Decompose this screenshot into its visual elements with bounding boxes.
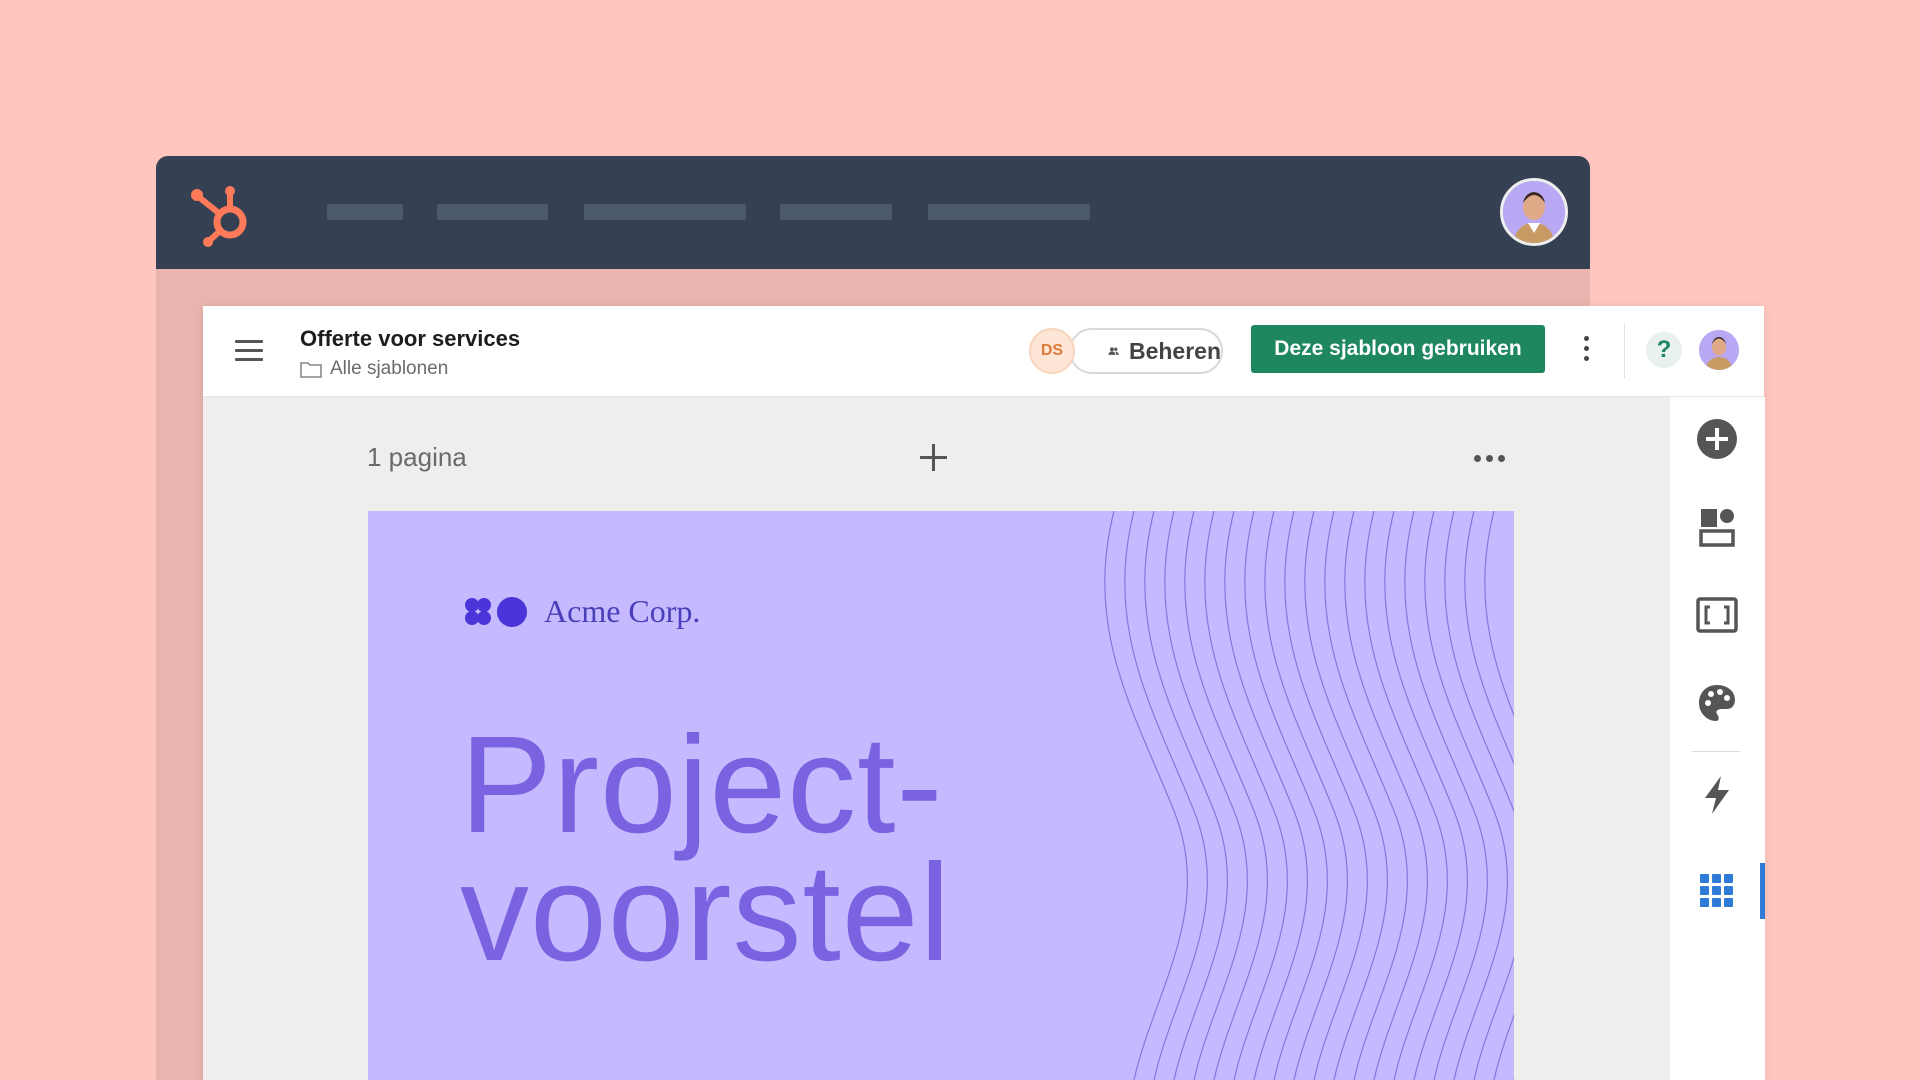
proposal-title: Project- voorstel xyxy=(460,708,952,990)
brand-name: Acme Corp. xyxy=(544,593,701,629)
editor-canvas: 1 pagina Acme Corp. Project- voorstel xyxy=(203,397,1669,1080)
nav-item-placeholder[interactable] xyxy=(928,204,1090,220)
apps-button[interactable] xyxy=(1695,869,1739,913)
collaborator-avatar[interactable]: DS xyxy=(1029,328,1075,374)
template-page[interactable]: Acme Corp. Project- voorstel xyxy=(368,511,1514,1080)
clover-logo-icon xyxy=(465,596,527,627)
editor-header: Offerte voor services Alle sjablonen DS … xyxy=(203,306,1764,397)
breadcrumb-label: Alle sjablonen xyxy=(330,358,449,379)
manage-button[interactable]: Beheren xyxy=(1069,328,1223,374)
divider xyxy=(1624,324,1625,378)
active-indicator xyxy=(1760,863,1765,919)
help-icon[interactable]: ? xyxy=(1646,332,1682,368)
wave-pattern-graphic xyxy=(1104,511,1514,1080)
page-options-icon[interactable] xyxy=(1474,455,1510,465)
header-user-avatar[interactable] xyxy=(1699,330,1739,370)
nav-item-placeholder[interactable] xyxy=(437,204,548,220)
nav-item-placeholder[interactable] xyxy=(584,204,746,220)
layout-blocks-icon xyxy=(1699,509,1735,547)
proposal-title-line2: voorstel xyxy=(460,836,952,990)
more-options-icon[interactable] xyxy=(1581,336,1591,366)
nav-item-placeholder[interactable] xyxy=(780,204,892,220)
page-count-label: 1 pagina xyxy=(367,442,467,472)
avatar-person-icon xyxy=(1503,181,1565,243)
rail-divider xyxy=(1692,751,1740,752)
document-title: Offerte voor services xyxy=(300,326,521,351)
automation-button[interactable] xyxy=(1695,773,1739,817)
manage-label: Beheren xyxy=(1128,337,1221,364)
add-module-button[interactable] xyxy=(1695,417,1739,461)
hubspot-logo-icon[interactable] xyxy=(188,178,258,248)
grid-apps-icon xyxy=(1700,874,1733,907)
add-circle-icon xyxy=(1697,419,1737,459)
use-template-button[interactable]: Deze sjabloon gebruiken xyxy=(1251,325,1545,373)
top-navigation-bar xyxy=(156,156,1590,269)
users-icon xyxy=(1108,347,1119,355)
brackets-frame-icon xyxy=(1696,597,1738,633)
palette-icon xyxy=(1699,685,1735,721)
brand-logo: Acme Corp. xyxy=(464,593,700,630)
proposal-title-line1: Project- xyxy=(460,708,944,862)
layout-button[interactable] xyxy=(1695,505,1739,549)
lightning-icon xyxy=(1705,776,1729,814)
breadcrumb[interactable]: Alle sjablonen xyxy=(300,358,448,380)
user-avatar[interactable] xyxy=(1500,178,1568,246)
quote-template-editor: Offerte voor services Alle sjablonen DS … xyxy=(203,306,1765,1080)
add-page-icon[interactable] xyxy=(918,442,948,472)
avatar-person-icon xyxy=(1699,330,1739,370)
nav-item-placeholder[interactable] xyxy=(327,204,403,220)
menu-icon[interactable] xyxy=(235,340,263,362)
folder-icon xyxy=(300,362,322,378)
frame-button[interactable] xyxy=(1695,593,1739,637)
theme-button[interactable] xyxy=(1695,681,1739,725)
tool-sidebar xyxy=(1669,397,1765,1080)
